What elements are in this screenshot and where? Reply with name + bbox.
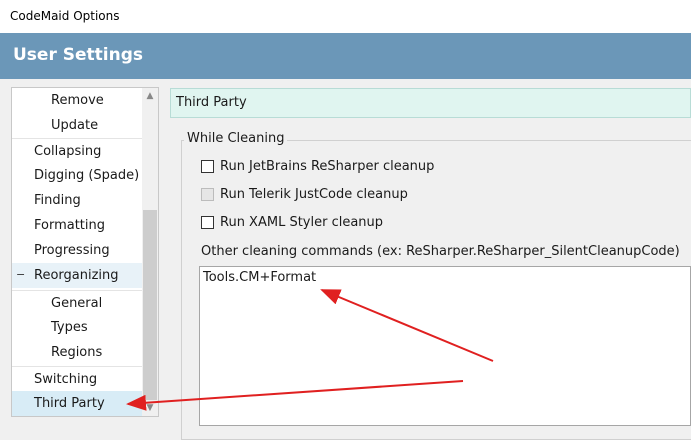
tree-item-label: Types (51, 320, 88, 335)
tree-item-collapsing[interactable]: Collapsing (12, 138, 142, 163)
tree-item-label: Switching (34, 372, 98, 387)
tree-item-label: Regions (51, 345, 103, 360)
tree-item-third-party[interactable]: Third Party (12, 391, 142, 416)
tree-item-reorganizing[interactable]: − Reorganizing (12, 263, 142, 288)
commands-label: Other cleaning commands (ex: ReSharper.R… (201, 244, 680, 259)
tree-item-label: Remove (51, 93, 104, 108)
tree-item-digging[interactable]: Digging (Spade) (12, 163, 142, 188)
tree-item-remove[interactable]: Remove (12, 88, 142, 113)
commands-textbox[interactable]: Tools.CM+Format (199, 266, 691, 426)
collapse-icon[interactable]: − (16, 269, 25, 280)
scrollbar-thumb[interactable] (143, 210, 157, 400)
tree-item-formatting[interactable]: Formatting (12, 213, 142, 238)
xaml-styler-checkbox[interactable] (201, 216, 214, 229)
tree-item-label: Update (51, 118, 99, 133)
tree-item-general[interactable]: General (12, 290, 142, 315)
tree-item-label: Third Party (34, 396, 105, 411)
tree-item-label: Finding (34, 193, 81, 208)
justcode-label: Run Telerik JustCode cleanup (220, 187, 408, 202)
tree-item-label: General (51, 296, 103, 311)
tree-item-label: Digging (Spade) (34, 168, 140, 183)
tree-item-switching[interactable]: Switching (12, 366, 142, 391)
tree-item-regions[interactable]: Regions (12, 340, 142, 365)
panel-title-bar: Third Party (170, 88, 691, 118)
tree-item-label: Formatting (34, 218, 106, 233)
tree-item-finding[interactable]: Finding (12, 188, 142, 213)
commands-value: Tools.CM+Format (203, 270, 317, 285)
resharper-label[interactable]: Run JetBrains ReSharper cleanup (220, 159, 434, 174)
tree-item-types[interactable]: Types (12, 315, 142, 340)
panel-title: Third Party (176, 95, 247, 110)
tree-item-label: Collapsing (34, 144, 102, 159)
xaml-styler-label[interactable]: Run XAML Styler cleanup (220, 215, 383, 230)
tree-item-progressing[interactable]: Progressing (12, 238, 142, 263)
tree-item-update[interactable]: Update (12, 113, 142, 138)
tree-item-label: Reorganizing (34, 268, 119, 283)
settings-header: User Settings (0, 33, 691, 79)
settings-tree[interactable]: Remove Update Collapsing Digging (Spade)… (11, 87, 159, 417)
resharper-checkbox[interactable] (201, 160, 214, 173)
tree-item-label: Progressing (34, 243, 110, 258)
scroll-up-icon[interactable]: ▲ (142, 88, 158, 104)
justcode-checkbox (201, 188, 214, 201)
title-bar: CodeMaid Options (0, 0, 691, 33)
header-title: User Settings (13, 45, 143, 65)
tree-scrollbar[interactable]: ▲ ▼ (142, 88, 158, 416)
group-label: While Cleaning (184, 131, 288, 146)
scroll-down-icon[interactable]: ▼ (142, 400, 158, 416)
window-title: CodeMaid Options (10, 9, 120, 23)
